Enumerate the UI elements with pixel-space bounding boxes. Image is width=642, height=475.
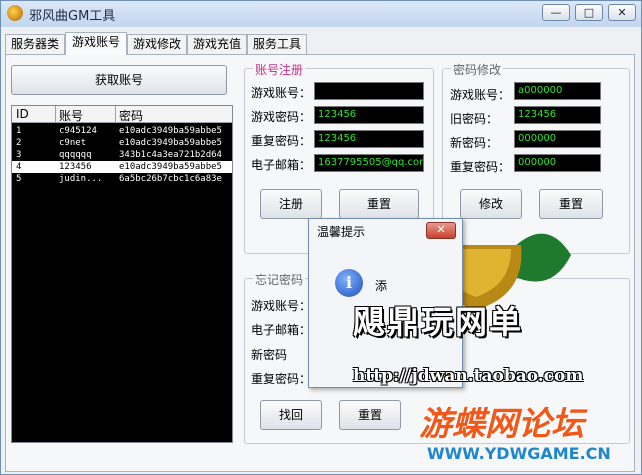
reg-account-input[interactable] [314,82,424,100]
reg-password-label: 游戏密码： [251,110,312,124]
account-list[interactable]: ID 账号 密码 1 c945124 e10adc3949ba59abbe5 2… [11,105,233,443]
fgt-account-label: 游戏账号： [251,299,312,313]
tab-game-account[interactable]: 游戏账号 [65,32,127,55]
close-button[interactable]: ✕ [608,4,636,21]
reg-repeat-label: 重复密码： [251,134,312,148]
list-header: ID 账号 密码 [12,106,232,124]
chg-old-input[interactable]: 123456 [514,106,601,124]
col-account[interactable]: 账号 [59,107,83,124]
fetch-accounts-button[interactable]: 获取账号 [11,65,227,95]
fgt-new-label: 新密码 [251,348,288,362]
tab-service-tools[interactable]: 服务工具 [247,34,307,54]
dialog-close-button[interactable]: ✕ [426,222,456,239]
cell-account: c945124 [59,126,97,136]
reg-password-input[interactable]: 123456 [314,106,424,124]
list-item-selected[interactable]: 4 123456 e10adc3949ba59abbe5 [12,161,232,173]
maximize-button[interactable]: □ [575,4,603,21]
app-icon [7,5,23,21]
dialog-message: 添 [375,279,388,293]
minimize-button[interactable]: — [542,4,570,21]
reg-email-label: 电子邮箱： [251,158,312,172]
list-item[interactable]: 3 qqqqqq 343b1c4a3ea721b2d64 [12,149,232,161]
reg-repeat-input[interactable]: 123456 [314,130,424,148]
list-item[interactable]: 2 c9net e10adc3949ba59abbe5 [12,137,232,149]
watermark-url: http://jdwan.taobao.com [353,366,584,386]
cell-account: qqqqqq [59,150,92,160]
cell-account: c9net [59,138,87,148]
cell-id: 1 [16,126,22,136]
reg-email-input[interactable]: 1637795505@qq.com [314,154,424,172]
tab-game-modify[interactable]: 游戏修改 [127,34,187,54]
register-title: 账号注册 [253,61,306,78]
cell-password: e10adc3949ba59abbe5 [119,162,222,172]
register-button[interactable]: 注册 [260,189,322,219]
reg-account-label: 游戏账号： [251,86,312,100]
fgt-email-label: 电子邮箱： [251,323,312,337]
cell-id: 5 [16,174,22,184]
app-window: 邪风曲GM工具 — □ ✕ 服务器类 游戏账号 游戏修改 游戏充值 服务工具 获… [0,0,642,475]
list-item[interactable]: 1 c945124 e10adc3949ba59abbe5 [12,125,232,137]
recover-button[interactable]: 找回 [260,400,322,430]
chg-account-label: 游戏账号： [450,88,511,102]
chg-new-input[interactable]: 000000 [514,130,601,148]
fgt-repeat-label: 重复密码： [251,372,312,386]
cell-id: 4 [16,162,22,172]
chg-new-label: 新密码： [450,136,499,150]
watermark-forum: 游蝶网论坛 [419,404,584,443]
cell-id: 2 [16,138,22,148]
watermark-brand: 飓鼎玩网单 [353,303,524,341]
cell-id: 3 [16,150,22,160]
watermark-site: WWW.YDWGAME.CN [427,444,611,463]
tab-server[interactable]: 服务器类 [5,34,65,54]
tab-game-recharge[interactable]: 游戏充值 [187,34,247,54]
list-item[interactable]: 5 judin... 6a5bc26b7cbc1c6a83e [12,173,232,185]
cell-password: e10adc3949ba59abbe5 [119,126,222,136]
forgot-password-title: 忘记密码 [253,271,306,288]
cell-password: 343b1c4a3ea721b2d64 [119,150,222,160]
chg-repeat-input[interactable]: 000000 [514,154,601,172]
chg-old-label: 旧密码： [450,112,499,126]
recover-reset-button[interactable]: 重置 [339,400,401,430]
dialog-title: 温馨提示 [317,225,366,239]
cell-account: 123456 [59,162,92,172]
col-password[interactable]: 密码 [119,107,143,124]
chg-repeat-label: 重复密码： [450,160,511,174]
window-title: 邪风曲GM工具 [29,9,116,24]
cell-password: e10adc3949ba59abbe5 [119,138,222,148]
chg-account-input[interactable]: a000000 [514,82,601,100]
cell-password: 6a5bc26b7cbc1c6a83e [119,174,222,184]
title-bar[interactable]: 邪风曲GM工具 — □ ✕ [1,1,641,27]
col-id[interactable]: ID [16,107,29,121]
cell-account: judin... [59,174,103,184]
change-password-title: 密码修改 [451,61,504,78]
info-icon: i [335,269,363,297]
